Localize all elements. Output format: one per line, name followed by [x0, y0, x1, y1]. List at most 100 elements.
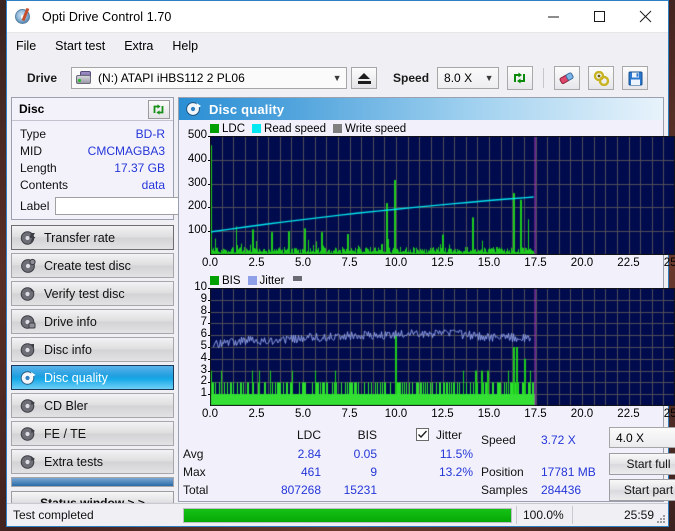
y-axis-tick: 5 [200, 340, 207, 352]
stats-speed-key: Speed [481, 433, 516, 447]
app-icon [15, 7, 35, 26]
status-text: Test completed [13, 508, 94, 522]
y-axis-tick-mark [208, 370, 210, 372]
x-axis-tick: 25.0 [663, 257, 675, 269]
menu-item-start-test[interactable]: Start test [55, 37, 115, 55]
elapsed-time: 25:59 [572, 506, 668, 524]
stats-max-ldc: 461 [300, 465, 321, 479]
disc-row-value: data [141, 177, 165, 192]
legend-swatch [333, 124, 343, 133]
y-axis-tick-mark [208, 231, 210, 233]
x-axis-tick: 10.0 [384, 408, 408, 420]
disc-quality-icon [185, 101, 202, 117]
speed-select[interactable]: 8.0 X ▼ [437, 67, 500, 89]
legend-label: BIS [222, 274, 241, 287]
start-part-button[interactable]: Start part [609, 479, 675, 501]
stats-samples-key: Samples [481, 483, 528, 497]
save-button[interactable] [622, 66, 649, 90]
disc-write-icon [20, 258, 37, 274]
y-axis-tick-mark [208, 159, 210, 161]
bookmark-button[interactable] [588, 66, 615, 90]
legend-entry-bis: BIS [210, 275, 241, 287]
progress-bar-fill [184, 508, 511, 522]
refresh-button[interactable] [507, 66, 534, 90]
bookmark-icon [593, 70, 609, 86]
close-button[interactable] [622, 1, 668, 32]
y-axis-tick-mark [208, 394, 210, 396]
menu-item-extra[interactable]: Extra [124, 37, 163, 55]
sidebar-item-verify-test-disc[interactable]: Verify test disc [11, 281, 174, 306]
y-axis-tick-mark [208, 299, 210, 301]
y-axis-tick-mark [208, 382, 210, 384]
x-axis-tick: 20.0 [570, 257, 594, 269]
disc-check-icon [20, 286, 37, 302]
disc-fete-icon [20, 426, 37, 442]
disc-panel-title: Disc [19, 102, 45, 116]
stats-total-ldc: 807268 [280, 483, 321, 497]
y-axis-tick-mark [208, 311, 210, 313]
bis-chart-plot [210, 288, 675, 406]
sidebar-item-label: Transfer rate [44, 230, 116, 245]
sidebar-item-drive-info[interactable]: Drive info [11, 309, 174, 334]
sidebar-item-label: Drive info [44, 314, 97, 329]
stats-avg-bis: 0.05 [353, 447, 377, 461]
ldc-chart-plot [210, 136, 675, 255]
legend-entry-ldc: LDC [210, 123, 245, 135]
main-panel-header: Disc quality [179, 98, 663, 120]
x-axis-tick: 22.5 [617, 257, 640, 269]
drive-select[interactable]: (N:) ATAPI iHBS112 2 PL06 ▼ [71, 67, 348, 89]
legend-swatch [210, 276, 219, 285]
erase-button[interactable] [554, 66, 581, 90]
disc-info-icon [20, 342, 37, 358]
menu-item-file[interactable]: File [16, 37, 46, 55]
disc-arrow-icon [20, 230, 37, 246]
disc-row-key: Length [20, 160, 57, 175]
test-speed-select[interactable]: 4.0 X ▼ [609, 427, 675, 448]
y-axis-tick: 8 [200, 304, 207, 317]
y-axis-tick-mark [208, 347, 210, 348]
y-axis-tick-mark [208, 335, 210, 337]
sidebar-item-fe-te[interactable]: FE / TE [11, 421, 174, 446]
disc-row-key: Type [20, 126, 47, 141]
disc-refresh-button[interactable] [148, 99, 170, 119]
menu-item-help[interactable]: Help [172, 37, 208, 55]
disc-extra-icon [20, 454, 37, 470]
nav-list: Transfer rate Create test disc Verify te… [11, 225, 174, 514]
y-axis-tick: 300 [187, 176, 207, 189]
sidebar-item-disc-info[interactable]: Disc info [11, 337, 174, 362]
x-axis-tick: 7.5 [341, 257, 358, 269]
refresh-icon [514, 72, 526, 83]
start-full-button[interactable]: Start full [609, 453, 675, 475]
y-axis-tick-mark [208, 323, 210, 325]
legend-swatch [252, 124, 262, 133]
y-axis-tick-mark [208, 288, 210, 289]
disc-info-panel: Disc Type BD-R MID CMCMAGBA3 Length 17.3… [11, 97, 260, 220]
legend-label: Jitter [259, 274, 285, 287]
y-axis-tick-mark [208, 207, 210, 209]
drive-select-value: (N:) ATAPI iHBS112 2 PL06 [98, 71, 245, 85]
ldc-chart-legend: LDC Read speed Write speed [210, 122, 413, 135]
chevron-down-icon: ▼ [332, 72, 342, 83]
maximize-button[interactable] [576, 1, 622, 32]
resize-grip[interactable] [656, 514, 666, 524]
eject-icon [357, 72, 371, 84]
test-speed-value: 4.0 X [616, 430, 645, 445]
stats-panel: LDC BIS Jitter Avg 2.84 0.05 11.5% Max 4… [179, 424, 675, 501]
window-title: Opti Drive Control 1.70 [42, 9, 172, 24]
x-axis-tick: 5.0 [295, 408, 311, 420]
x-axis-tick: 12.5 [431, 257, 454, 269]
jitter-checkbox[interactable] [416, 428, 429, 441]
minimize-button[interactable] [530, 1, 576, 32]
y-axis-tick: 200 [187, 200, 207, 213]
eject-button[interactable] [351, 67, 378, 89]
sidebar-item-cd-bler[interactable]: CD Bler [11, 393, 174, 418]
sidebar-item-disc-quality[interactable]: Disc quality [11, 365, 174, 390]
speed-label: Speed [393, 71, 430, 85]
legend-entry-jitter: Jitter [247, 274, 285, 287]
sidebar-item-create-test-disc[interactable]: Create test disc [11, 253, 174, 278]
sidebar-item-transfer-rate[interactable]: Transfer rate [11, 225, 174, 250]
sidebar-item-label: Disc quality [44, 370, 108, 385]
x-axis-tick: 22.5 [617, 408, 640, 420]
x-axis-tick: 0.0 [202, 408, 218, 420]
sidebar-item-extra-tests[interactable]: Extra tests [11, 449, 174, 474]
